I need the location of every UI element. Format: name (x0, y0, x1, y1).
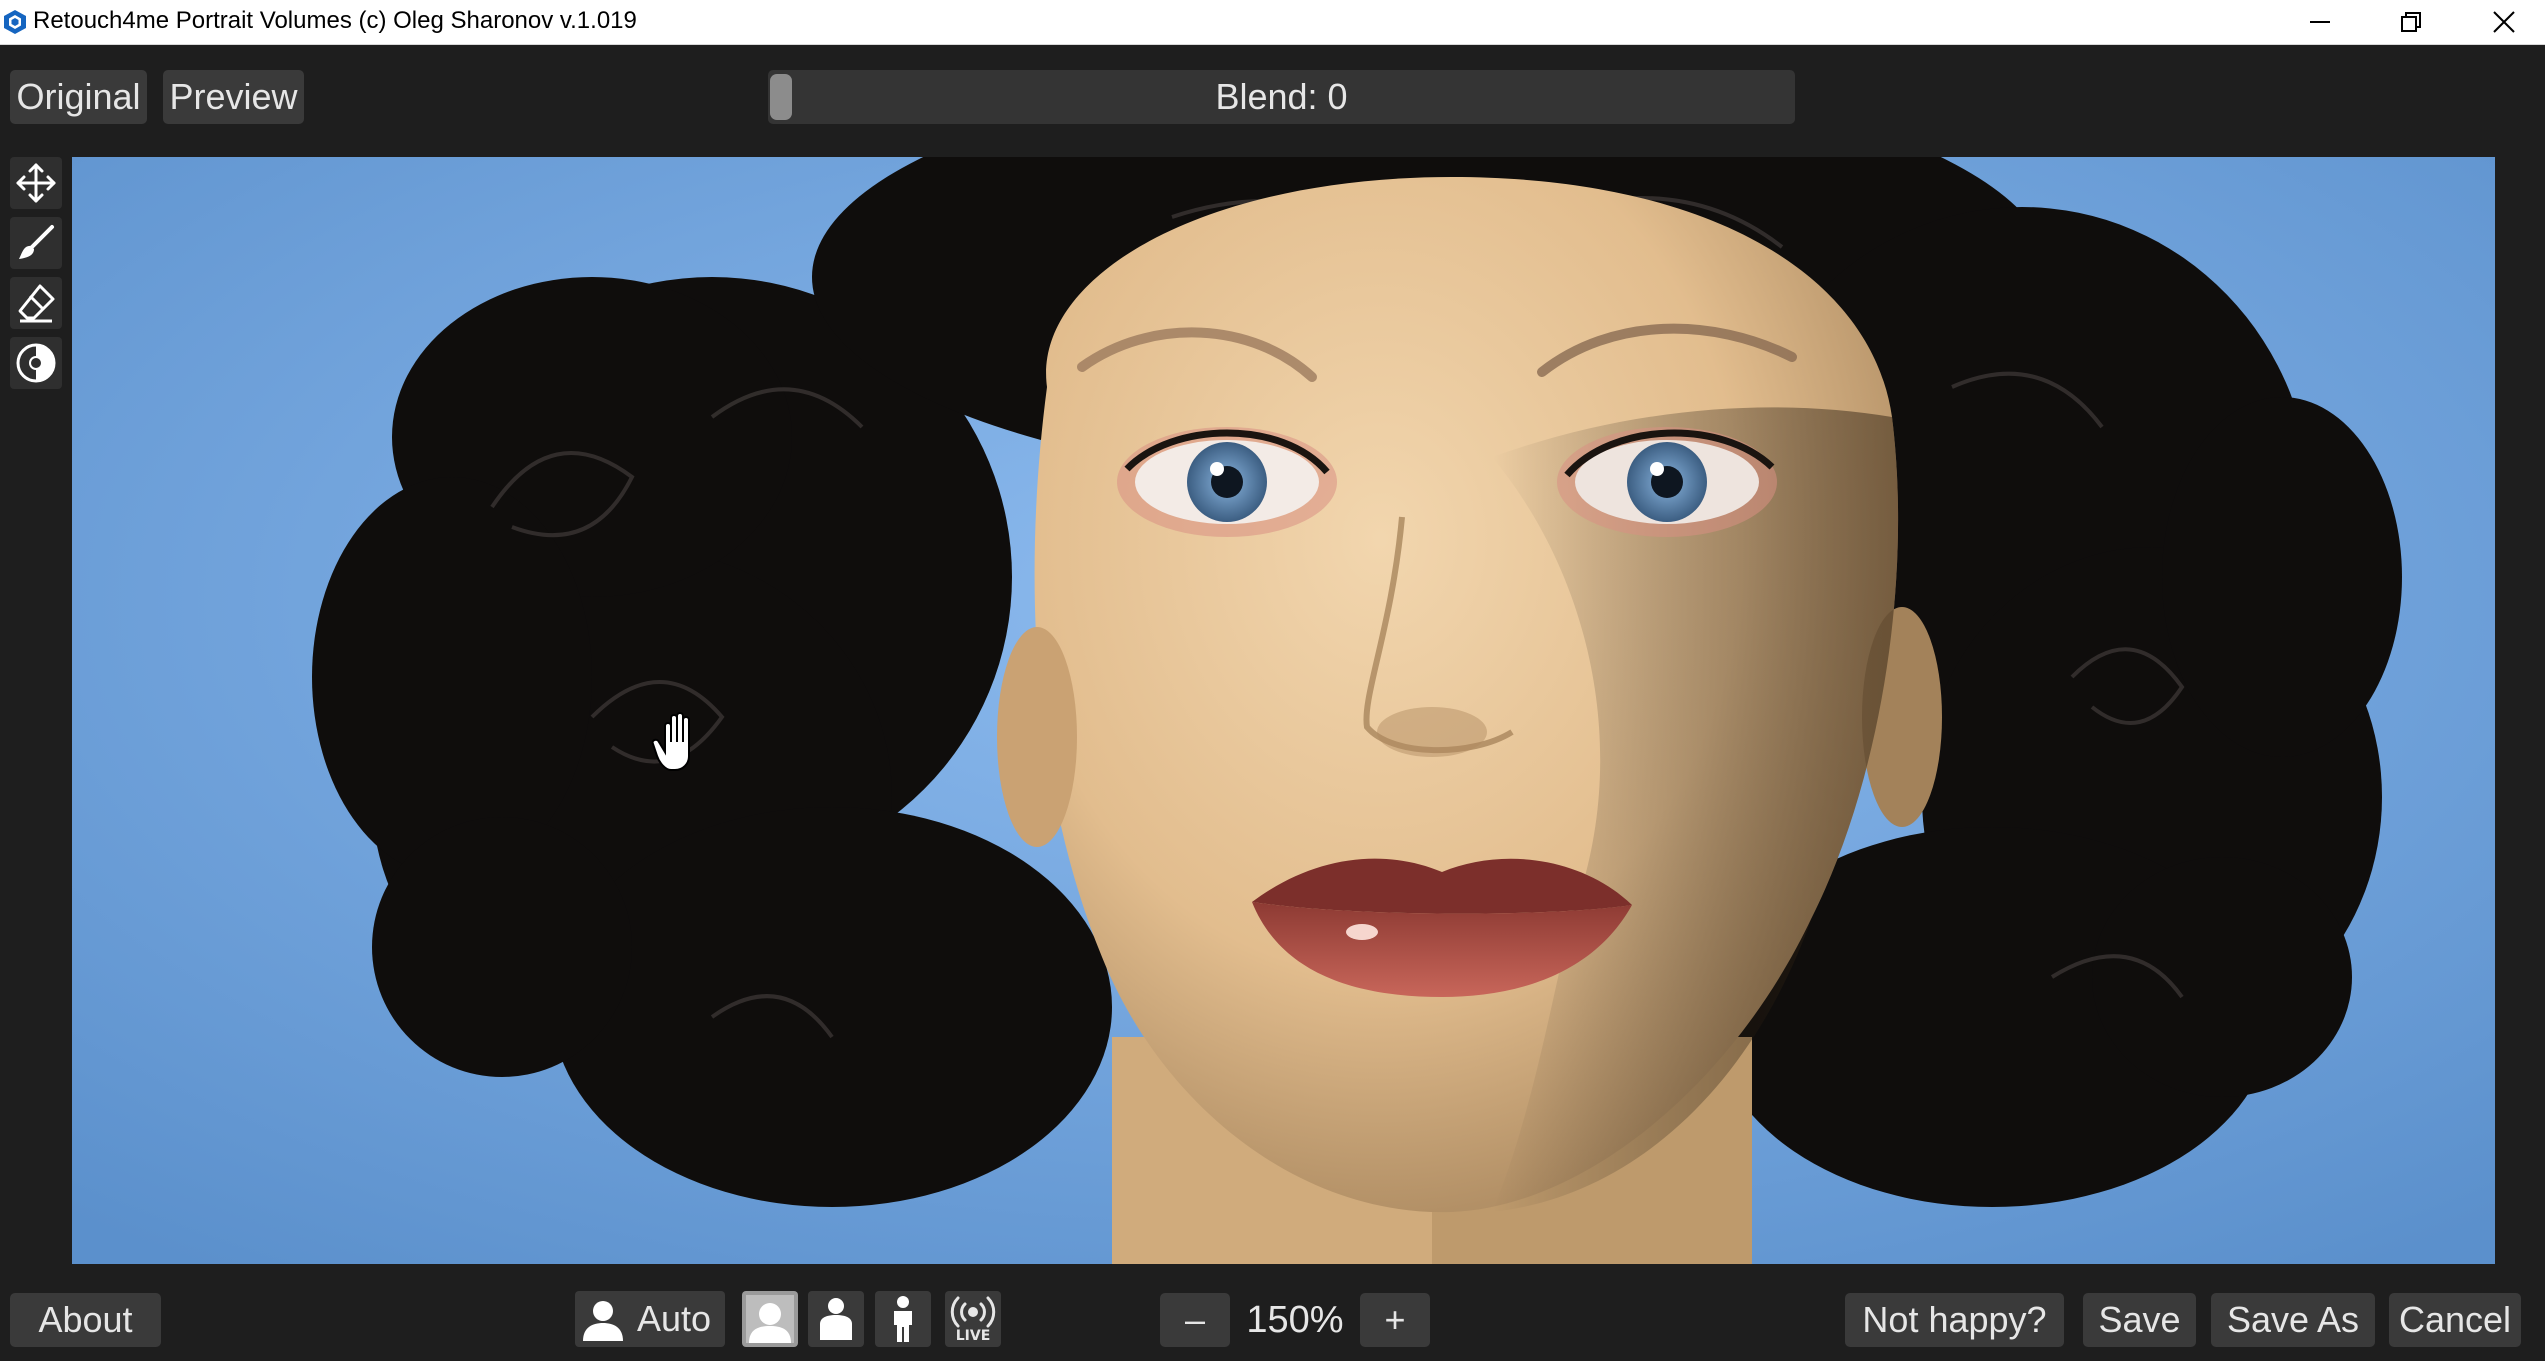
zoom-level: 150% (1246, 1298, 1344, 1341)
close-icon (2493, 11, 2515, 33)
portrait-mode-button[interactable] (742, 1291, 798, 1347)
blend-slider[interactable]: Blend: 0 (768, 70, 1795, 124)
restore-icon (2401, 12, 2421, 32)
move-tool[interactable] (10, 157, 62, 209)
original-button[interactable]: Original (10, 70, 147, 124)
person-icon (583, 1301, 623, 1341)
minimize-button[interactable] (2275, 0, 2365, 44)
blend-label: Blend: 0 (1215, 76, 1348, 117)
close-window-button[interactable] (2459, 0, 2545, 44)
retouch4me-logo-icon (4, 10, 26, 34)
full-body-mode-button[interactable] (875, 1291, 931, 1347)
mask-circle-icon (16, 343, 56, 383)
brush-icon (19, 225, 54, 259)
auto-mode-button[interactable]: Auto (575, 1291, 725, 1347)
not-happy-button[interactable]: Not happy? (1845, 1293, 2064, 1347)
portrait-photo (72, 157, 2495, 1264)
half-body-icon (820, 1298, 852, 1340)
minimize-icon (2310, 21, 2330, 23)
blend-slider-handle[interactable] (770, 74, 792, 120)
restore-button[interactable] (2366, 0, 2456, 44)
live-label: LIVE (955, 1328, 991, 1344)
preview-button[interactable]: Preview (163, 70, 304, 124)
window-title: Retouch4me Portrait Volumes (c) Oleg Sha… (33, 7, 637, 34)
mask-tool[interactable] (10, 337, 62, 389)
auto-label: Auto (637, 1298, 712, 1339)
eraser-tool[interactable] (10, 277, 62, 329)
about-button[interactable]: About (10, 1293, 161, 1347)
save-as-button[interactable]: Save As (2211, 1293, 2375, 1347)
eraser-icon (18, 284, 55, 323)
title-bar: Retouch4me Portrait Volumes (c) Oleg Sha… (0, 0, 2545, 45)
live-mode-button[interactable]: LIVE (945, 1291, 1001, 1347)
zoom-out-button[interactable]: – (1160, 1293, 1230, 1347)
image-canvas[interactable] (72, 157, 2495, 1264)
brush-tool[interactable] (10, 217, 62, 269)
head-portrait-icon (746, 1295, 794, 1343)
move-arrows-icon (16, 163, 56, 203)
cancel-button[interactable]: Cancel (2389, 1293, 2521, 1347)
full-body-icon (894, 1296, 912, 1342)
zoom-in-button[interactable]: + (1360, 1293, 1430, 1347)
save-button[interactable]: Save (2083, 1293, 2196, 1347)
half-body-mode-button[interactable] (808, 1291, 864, 1347)
